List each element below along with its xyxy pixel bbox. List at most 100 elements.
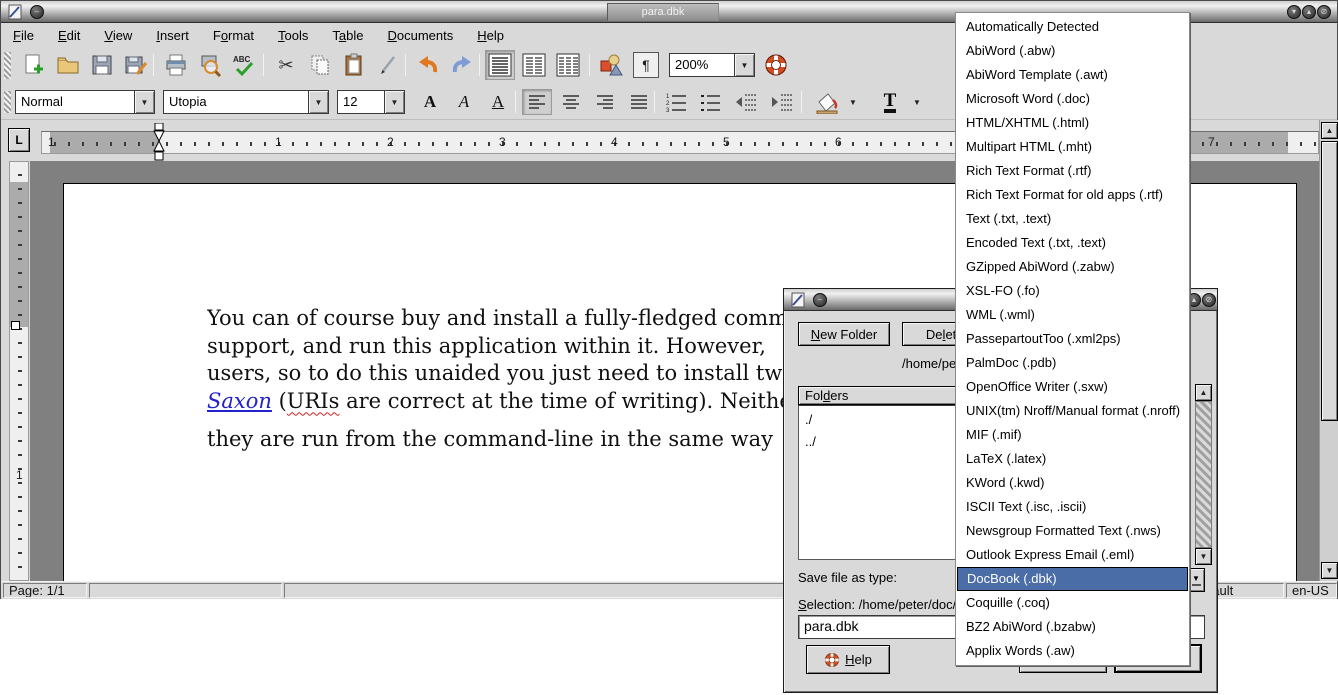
scroll-up-icon[interactable]: ▲ — [1321, 122, 1338, 139]
format-option-3[interactable]: AbiWord Template (.awt) — [957, 63, 1188, 87]
document-text[interactable]: You can of course buy and install a full… — [207, 305, 797, 454]
menu-item-insert[interactable]: Insert — [156, 28, 189, 43]
style-value[interactable]: Normal — [15, 90, 134, 114]
format-option-18[interactable]: MIF (.mif) — [957, 423, 1188, 447]
format-option-11[interactable]: GZipped AbiWord (.zabw) — [957, 255, 1188, 279]
folder-item[interactable]: ../ — [799, 431, 957, 453]
folders-header[interactable]: Folders — [798, 386, 958, 405]
copy-button[interactable] — [305, 50, 335, 80]
chevron-down-icon[interactable]: ▼ — [734, 53, 755, 77]
stylus-button[interactable] — [373, 50, 403, 80]
format-option-8[interactable]: Rich Text Format for old apps (.rtf) — [957, 183, 1188, 207]
format-option-10[interactable]: Encoded Text (.txt, .text) — [957, 231, 1188, 255]
format-option-21[interactable]: ISCII Text (.isc, .iscii) — [957, 495, 1188, 519]
menu-item-format[interactable]: Format — [213, 28, 254, 43]
align-left-button[interactable] — [522, 89, 552, 115]
spellcheck-button[interactable]: ABC — [229, 50, 259, 80]
chevron-down-icon[interactable]: ▼ — [308, 90, 329, 114]
menu-item-file[interactable]: File — [13, 28, 34, 43]
undo-button[interactable] — [413, 50, 443, 80]
menu-item-table[interactable]: Table — [332, 28, 363, 43]
view-one-column-button[interactable] — [485, 50, 515, 80]
save-as-button[interactable] — [121, 50, 151, 80]
numbered-list-button[interactable]: 1 2 3 — [661, 89, 691, 115]
window-menu-button[interactable]: – — [813, 293, 827, 307]
format-option-23[interactable]: Outlook Express Email (.eml) — [957, 543, 1188, 567]
style-combobox[interactable]: Normal ▼ — [15, 90, 155, 114]
align-justify-button[interactable] — [624, 89, 654, 115]
format-option-15[interactable]: PalmDoc (.pdb) — [957, 351, 1188, 375]
format-option-7[interactable]: Rich Text Format (.rtf) — [957, 159, 1188, 183]
unindent-button[interactable] — [731, 89, 761, 115]
font-size-value[interactable]: 12 — [337, 90, 384, 114]
menu-item-help[interactable]: Help — [477, 28, 504, 43]
background-color-arrow[interactable]: ▼ — [845, 89, 861, 115]
format-option-26[interactable]: BZ2 AbiWord (.bzabw) — [957, 615, 1188, 639]
menu-item-tools[interactable]: Tools — [278, 28, 308, 43]
scroll-down-icon[interactable]: ▼ — [1321, 562, 1338, 579]
new-document-button[interactable] — [19, 50, 49, 80]
menu-item-edit[interactable]: Edit — [58, 28, 80, 43]
format-option-19[interactable]: LaTeX (.latex) — [957, 447, 1188, 471]
minimize-button[interactable]: ▾ — [1287, 5, 1301, 19]
vertical-ruler[interactable]: 1 — [9, 161, 29, 581]
italic-button[interactable]: A — [449, 89, 479, 115]
open-button[interactable] — [53, 50, 83, 80]
format-option-27[interactable]: Applix Words (.aw) — [957, 639, 1188, 663]
scrollbar-thumb[interactable] — [1321, 141, 1338, 421]
close-button[interactable]: ⊘ — [1317, 5, 1331, 19]
print-preview-button[interactable] — [195, 50, 225, 80]
chevron-down-icon[interactable]: ▼ — [384, 90, 405, 114]
format-option-4[interactable]: Microsoft Word (.doc) — [957, 87, 1188, 111]
window-menu-button[interactable]: – — [30, 5, 44, 19]
redo-button[interactable] — [447, 50, 477, 80]
tab-selector[interactable]: L — [8, 128, 30, 152]
maximize-button[interactable]: ▴ — [1302, 5, 1316, 19]
dialog-close-button[interactable]: ⊘ — [1202, 293, 1216, 307]
indent-button[interactable] — [767, 89, 797, 115]
insert-image-button[interactable] — [597, 50, 627, 80]
format-option-9[interactable]: Text (.txt, .text) — [957, 207, 1188, 231]
folders-list[interactable]: ./../ — [798, 405, 958, 560]
hyperlink[interactable]: Saxon — [207, 389, 272, 413]
files-scroll-down-icon[interactable]: ▼ — [1195, 548, 1212, 565]
font-value[interactable]: Utopia — [163, 90, 308, 114]
align-center-button[interactable] — [556, 89, 586, 115]
print-button[interactable] — [161, 50, 191, 80]
font-combobox[interactable]: Utopia ▼ — [163, 90, 329, 114]
save-button[interactable] — [87, 50, 117, 80]
background-color-button[interactable] — [809, 89, 843, 115]
format-option-22[interactable]: Newsgroup Formatted Text (.nws) — [957, 519, 1188, 543]
toolbar-grip[interactable] — [4, 52, 11, 79]
format-option-16[interactable]: OpenOffice Writer (.sxw) — [957, 375, 1188, 399]
view-two-columns-button[interactable] — [519, 50, 549, 80]
format-option-14[interactable]: PassepartoutToo (.xml2ps) — [957, 327, 1188, 351]
show-formatting-marks-button[interactable]: ¶ — [633, 52, 659, 78]
folder-item[interactable]: ./ — [799, 409, 957, 431]
font-color-arrow[interactable]: ▼ — [909, 89, 925, 115]
zoom-combobox[interactable]: 200% ▼ — [669, 53, 755, 77]
format-option-20[interactable]: KWord (.kwd) — [957, 471, 1188, 495]
chevron-down-icon[interactable]: ▼ — [134, 90, 155, 114]
format-option-24[interactable]: DocBook (.dbk) — [957, 567, 1188, 591]
cut-button[interactable]: ✂ — [271, 50, 301, 80]
font-color-button[interactable]: T — [873, 89, 907, 115]
files-scrollbar-track[interactable] — [1195, 401, 1212, 548]
indent-marker[interactable] — [152, 123, 166, 161]
menu-item-view[interactable]: View — [104, 28, 132, 43]
align-right-button[interactable] — [590, 89, 620, 115]
menu-item-documents[interactable]: Documents — [388, 28, 454, 43]
paste-button[interactable] — [339, 50, 369, 80]
format-option-12[interactable]: XSL-FO (.fo) — [957, 279, 1188, 303]
format-option-5[interactable]: HTML/XHTML (.html) — [957, 111, 1188, 135]
bullet-list-button[interactable] — [695, 89, 725, 115]
format-option-6[interactable]: Multipart HTML (.mht) — [957, 135, 1188, 159]
margin-marker[interactable] — [11, 321, 20, 330]
underline-button[interactable]: A — [483, 89, 513, 115]
format-option-2[interactable]: AbiWord (.abw) — [957, 39, 1188, 63]
font-size-combobox[interactable]: 12 ▼ — [337, 90, 405, 114]
new-folder-button[interactable]: New Folder — [798, 322, 890, 346]
format-option-17[interactable]: UNIX(tm) Nroff/Manual format (.nroff) — [957, 399, 1188, 423]
toolbar-grip[interactable] — [4, 91, 11, 113]
view-three-columns-button[interactable] — [553, 50, 583, 80]
